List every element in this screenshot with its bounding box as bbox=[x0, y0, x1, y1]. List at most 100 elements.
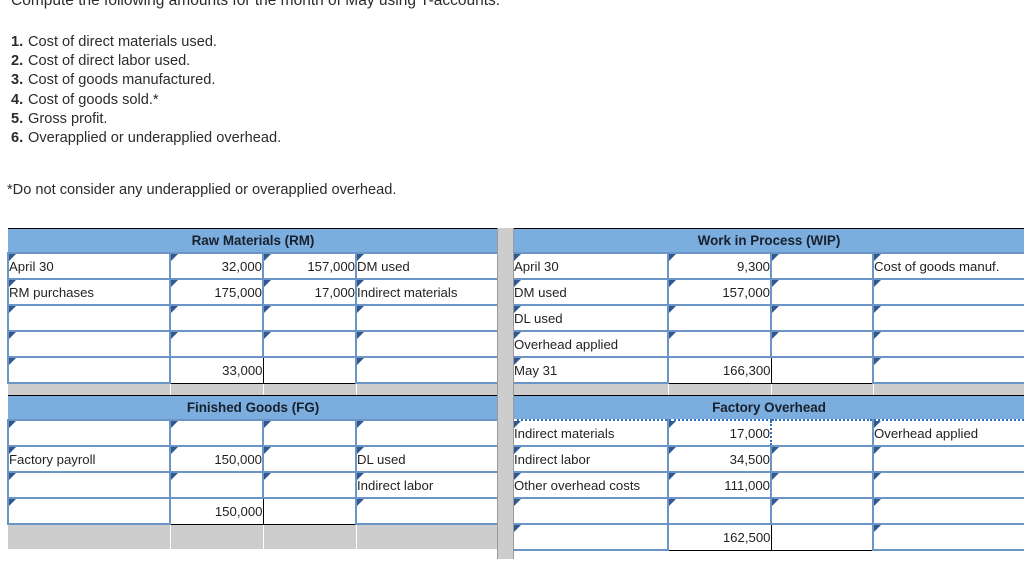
debit-label-cell[interactable]: DM used bbox=[512, 278, 669, 306]
debit-amount-cell[interactable]: 17,000 bbox=[667, 419, 772, 447]
table-row[interactable]: Other overhead costs 111,000 bbox=[512, 471, 1024, 499]
credit-amount-cell[interactable] bbox=[262, 419, 357, 447]
credit-label-cell[interactable] bbox=[354, 419, 500, 447]
credit-amount-cell-selected[interactable] bbox=[770, 419, 874, 447]
table-row-balance[interactable]: 162,500 bbox=[512, 523, 1024, 551]
debit-amount-cell[interactable] bbox=[667, 330, 772, 358]
table-row[interactable]: Indirect labor 34,500 bbox=[512, 445, 1024, 473]
credit-amount-cell[interactable] bbox=[770, 278, 874, 306]
debit-amount-cell[interactable] bbox=[667, 304, 772, 332]
debit-amount-cell[interactable] bbox=[169, 304, 264, 332]
credit-label-cell[interactable] bbox=[872, 497, 1024, 525]
table-row[interactable]: DL used bbox=[512, 304, 1024, 332]
credit-amount-cell[interactable] bbox=[770, 330, 874, 358]
table-row[interactable] bbox=[512, 497, 1024, 525]
credit-amount-cell[interactable] bbox=[263, 497, 357, 525]
debit-amount-cell[interactable] bbox=[667, 497, 772, 525]
debit-label-cell[interactable]: DL used bbox=[512, 304, 669, 332]
credit-label-cell[interactable] bbox=[872, 330, 1024, 358]
credit-amount-cell[interactable] bbox=[770, 445, 874, 473]
credit-label-cell[interactable]: Cost of goods manuf. bbox=[872, 252, 1024, 280]
debit-label-cell[interactable]: RM purchases bbox=[7, 278, 171, 306]
debit-label-cell[interactable] bbox=[7, 330, 171, 358]
debit-label-cell[interactable]: Indirect labor bbox=[512, 445, 669, 473]
t-account-work-in-process[interactable]: Work in Process (WIP) April 30 9,300 Cos… bbox=[512, 228, 1024, 408]
table-row[interactable] bbox=[7, 304, 500, 332]
credit-label-cell[interactable] bbox=[872, 471, 1024, 499]
debit-label-cell[interactable]: April 30 bbox=[7, 252, 171, 280]
debit-label-cell[interactable]: Other overhead costs bbox=[512, 471, 669, 499]
credit-amount-cell[interactable] bbox=[770, 252, 874, 280]
table-row-balance[interactable]: 33,000 bbox=[7, 356, 500, 384]
credit-amount-cell[interactable] bbox=[771, 523, 874, 551]
debit-label-cell[interactable] bbox=[7, 419, 171, 447]
table-row[interactable] bbox=[7, 419, 500, 447]
credit-label-cell[interactable] bbox=[354, 330, 500, 358]
t-account-finished-goods[interactable]: Finished Goods (FG) Factory payroll 150,… bbox=[7, 395, 500, 549]
credit-label-cell[interactable] bbox=[354, 356, 500, 384]
debit-amount-cell[interactable] bbox=[169, 471, 264, 499]
credit-amount-cell[interactable] bbox=[770, 471, 874, 499]
table-row[interactable]: RM purchases 175,000 17,000 Indirect mat… bbox=[7, 278, 500, 306]
credit-amount-cell[interactable] bbox=[262, 471, 357, 499]
table-row[interactable]: Indirect labor bbox=[7, 471, 500, 499]
credit-label-cell[interactable] bbox=[872, 445, 1024, 473]
debit-label-cell[interactable] bbox=[7, 497, 171, 525]
credit-label-cell[interactable] bbox=[872, 304, 1024, 332]
debit-label-cell[interactable] bbox=[512, 497, 669, 525]
debit-label-cell[interactable] bbox=[7, 304, 171, 332]
credit-label-cell[interactable] bbox=[872, 278, 1024, 306]
debit-amount-cell[interactable]: 34,500 bbox=[667, 445, 772, 473]
credit-label-cell[interactable] bbox=[354, 304, 500, 332]
credit-amount-cell[interactable] bbox=[770, 497, 874, 525]
table-row[interactable]: DM used 157,000 bbox=[512, 278, 1024, 306]
ending-balance-cell[interactable]: 162,500 bbox=[667, 523, 772, 551]
debit-label-cell[interactable]: Overhead applied bbox=[512, 330, 669, 358]
debit-label-cell[interactable]: Indirect materials bbox=[512, 419, 669, 447]
t-account-factory-overhead[interactable]: Factory Overhead Indirect materials 17,0… bbox=[512, 395, 1024, 551]
debit-amount-cell[interactable] bbox=[169, 330, 264, 358]
ending-balance-cell[interactable]: 166,300 bbox=[667, 356, 772, 384]
credit-amount-cell[interactable] bbox=[770, 304, 874, 332]
credit-amount-cell[interactable] bbox=[262, 330, 357, 358]
credit-label-cell[interactable] bbox=[872, 356, 1024, 384]
debit-label-cell[interactable]: May 31 bbox=[512, 356, 669, 384]
credit-label-cell[interactable]: DM used bbox=[354, 252, 500, 280]
credit-amount-cell[interactable]: 17,000 bbox=[262, 278, 357, 306]
debit-label-cell[interactable]: Factory payroll bbox=[7, 445, 171, 473]
credit-amount-cell[interactable]: 157,000 bbox=[262, 252, 357, 280]
cell-corner-flag-icon bbox=[358, 333, 364, 339]
ending-balance-cell[interactable]: 150,000 bbox=[169, 497, 264, 525]
debit-label-cell[interactable]: April 30 bbox=[512, 252, 669, 280]
debit-amount-cell[interactable]: 157,000 bbox=[667, 278, 772, 306]
credit-label-cell[interactable]: DL used bbox=[354, 445, 500, 473]
credit-amount-cell[interactable] bbox=[263, 356, 357, 384]
debit-amount-cell[interactable] bbox=[169, 419, 264, 447]
t-account-raw-materials[interactable]: Raw Materials (RM) April 30 32,000 157,0… bbox=[7, 228, 500, 408]
table-row-balance[interactable]: May 31 166,300 bbox=[512, 356, 1024, 384]
table-row[interactable]: Factory payroll 150,000 DL used bbox=[7, 445, 500, 473]
credit-label-cell[interactable]: Indirect materials bbox=[354, 278, 500, 306]
debit-amount-cell[interactable]: 111,000 bbox=[667, 471, 772, 499]
table-row[interactable] bbox=[7, 330, 500, 358]
credit-label-cell[interactable]: Indirect labor bbox=[354, 471, 500, 499]
debit-amount-cell[interactable]: 32,000 bbox=[169, 252, 264, 280]
credit-label-cell[interactable] bbox=[872, 523, 1024, 551]
debit-label-cell[interactable] bbox=[512, 523, 669, 551]
debit-label-cell[interactable] bbox=[7, 356, 171, 384]
credit-label-cell[interactable] bbox=[354, 497, 500, 525]
credit-amount-cell[interactable] bbox=[771, 356, 874, 384]
debit-label-cell[interactable] bbox=[7, 471, 171, 499]
debit-amount-cell[interactable]: 9,300 bbox=[667, 252, 772, 280]
table-row[interactable]: April 30 32,000 157,000 DM used bbox=[7, 252, 500, 280]
debit-amount-cell[interactable]: 150,000 bbox=[169, 445, 264, 473]
credit-amount-cell[interactable] bbox=[262, 445, 357, 473]
table-row-balance[interactable]: 150,000 bbox=[7, 497, 500, 525]
credit-label-cell[interactable]: Overhead applied bbox=[872, 419, 1024, 447]
debit-amount-cell[interactable]: 175,000 bbox=[169, 278, 264, 306]
table-row-selected[interactable]: Indirect materials 17,000 Overhead appli… bbox=[512, 419, 1024, 447]
credit-amount-cell[interactable] bbox=[262, 304, 357, 332]
ending-balance-cell[interactable]: 33,000 bbox=[169, 356, 264, 384]
table-row[interactable]: April 30 9,300 Cost of goods manuf. bbox=[512, 252, 1024, 280]
table-row[interactable]: Overhead applied bbox=[512, 330, 1024, 358]
